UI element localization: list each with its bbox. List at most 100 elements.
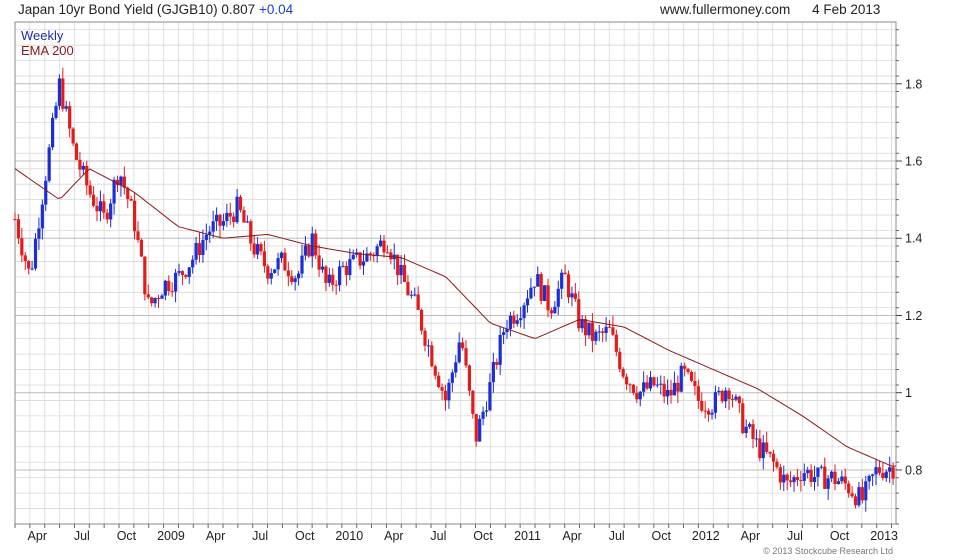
candle-body xyxy=(132,200,137,232)
candle-body xyxy=(498,334,502,365)
candle-body xyxy=(614,334,618,352)
candle-body xyxy=(754,438,759,440)
candle-body xyxy=(324,266,328,283)
candle-body xyxy=(833,471,837,485)
candle-body xyxy=(337,266,342,286)
candle-body xyxy=(857,487,861,506)
y-tick-label: 1.8 xyxy=(905,77,922,91)
candle-body xyxy=(519,318,523,321)
candle-body xyxy=(864,481,868,501)
candle-body xyxy=(539,274,543,301)
candle-body xyxy=(741,403,745,434)
candle-body xyxy=(573,293,577,300)
candle-body xyxy=(840,476,844,482)
candle-body xyxy=(160,295,164,299)
candle-body xyxy=(95,205,99,212)
candle-body xyxy=(266,266,270,279)
candle-body xyxy=(187,267,191,277)
candle-body xyxy=(150,297,154,304)
candle-body xyxy=(440,387,444,391)
x-tick-label: Jul xyxy=(430,529,446,543)
candle-body xyxy=(689,371,694,381)
candle-body xyxy=(853,496,858,506)
candle-body xyxy=(290,276,294,283)
x-tick-label: Jul xyxy=(787,529,803,543)
candle-body xyxy=(375,246,379,256)
candle-body xyxy=(413,294,417,296)
candle-body xyxy=(249,221,253,244)
x-tick-label: Jul xyxy=(609,529,625,543)
candle-body xyxy=(720,390,724,402)
candle-body xyxy=(334,284,338,286)
candle-body xyxy=(50,117,55,148)
candle-body xyxy=(64,106,68,109)
candle-body xyxy=(71,128,75,144)
candle-body xyxy=(744,426,748,434)
candle-body xyxy=(850,493,854,497)
y-tick-label: 1 xyxy=(905,386,912,400)
candle-body xyxy=(624,376,629,385)
candle-body xyxy=(225,212,229,222)
candle-body xyxy=(536,274,540,287)
candle-body xyxy=(607,326,612,328)
candle-body xyxy=(204,234,208,241)
candle-body xyxy=(765,442,769,452)
candle-body xyxy=(802,473,806,481)
candle-body xyxy=(546,285,550,311)
candle-body xyxy=(382,240,386,253)
candle-body xyxy=(587,322,591,336)
candle-body xyxy=(399,264,403,276)
candle-body xyxy=(724,390,728,402)
candle-body xyxy=(672,382,677,396)
x-axis: Apr Jul Oct 2009 Apr Jul Oct 2010 Apr Jul Oct 2011 A… xyxy=(14,524,898,543)
candle-body xyxy=(269,272,273,279)
candle-body xyxy=(488,382,492,411)
candle-body xyxy=(136,231,140,241)
candle-body xyxy=(385,252,390,254)
candle-body xyxy=(214,214,219,222)
candle-body xyxy=(799,479,803,481)
candle-body xyxy=(847,483,851,494)
candle-body xyxy=(501,332,506,335)
candle-body xyxy=(406,281,410,296)
ema-200-line xyxy=(14,168,896,467)
candle-body xyxy=(450,372,454,383)
candle-body xyxy=(696,386,700,401)
candle-body xyxy=(262,251,267,267)
x-tick-label: Oct xyxy=(295,529,315,543)
candle-body xyxy=(228,212,232,217)
candle-body xyxy=(471,390,475,415)
candle-body xyxy=(310,233,314,257)
candle-body xyxy=(566,274,571,298)
candle-body xyxy=(522,305,526,319)
candle-body xyxy=(78,159,82,170)
candle-body xyxy=(30,268,34,270)
candle-body xyxy=(806,469,810,474)
candle-body xyxy=(761,442,765,459)
candle-body xyxy=(553,306,557,314)
candle-body xyxy=(621,369,625,377)
candle-body xyxy=(40,204,44,229)
candle-body xyxy=(378,240,383,247)
candle-body xyxy=(167,280,171,291)
candle-body xyxy=(717,390,721,393)
candle-body xyxy=(317,255,321,270)
candle-body xyxy=(16,219,21,239)
x-tick-label: Oct xyxy=(652,529,672,543)
candle-body xyxy=(232,216,236,223)
candle-body xyxy=(590,322,595,341)
candle-body xyxy=(88,185,92,195)
candle-body xyxy=(713,392,718,413)
candle-body xyxy=(601,331,605,333)
candle-body xyxy=(604,326,608,333)
price-chart: 0.8 1 1.2 1.4 1.6 1.8 Apr Jul Oct 2009 Apr Jul Oct 2… xyxy=(13,21,922,556)
candle-body xyxy=(252,243,256,255)
candle-body xyxy=(679,365,683,392)
candle-body xyxy=(286,270,290,277)
candle-body xyxy=(812,476,817,483)
candle-body xyxy=(255,244,260,255)
candle-body xyxy=(98,201,103,212)
candle-body xyxy=(81,165,85,170)
candle-body xyxy=(201,240,205,256)
candle-body xyxy=(703,410,707,412)
